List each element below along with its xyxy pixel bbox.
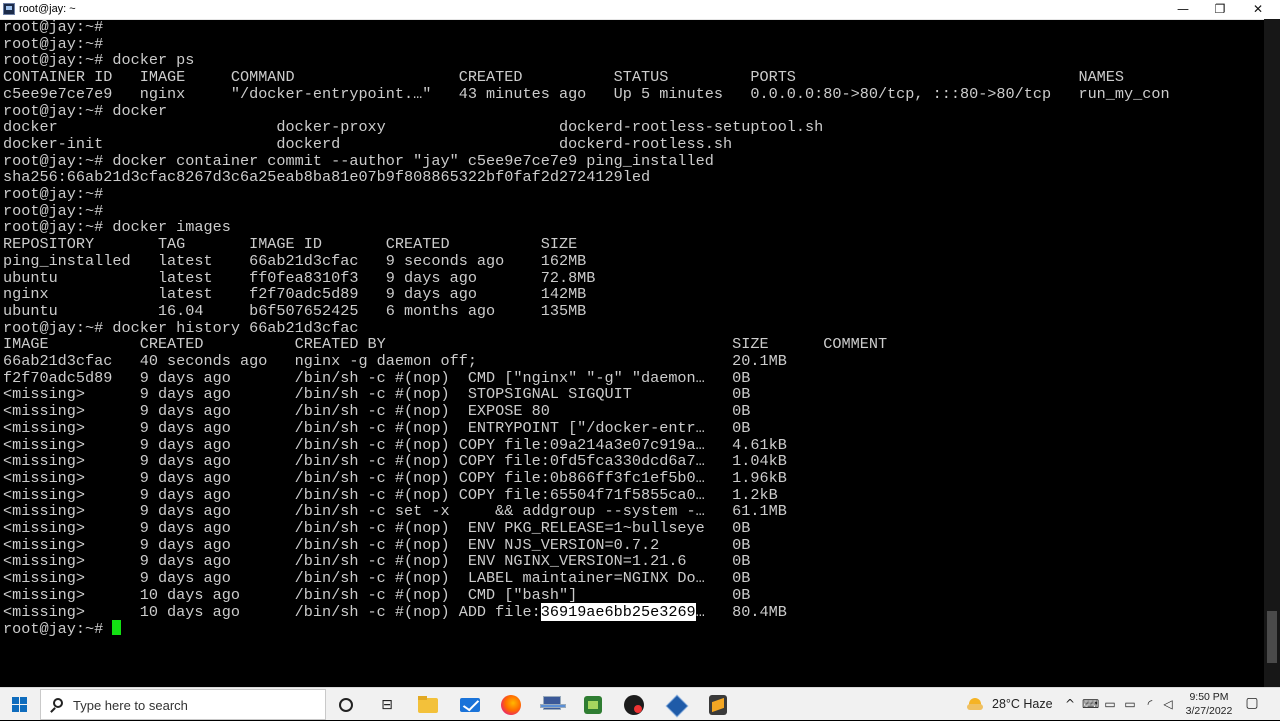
photos-app-icon[interactable] [580,692,606,718]
terminal-line: <missing> 9 days ago /bin/sh -c #(nop) C… [3,435,787,454]
terminal-line: root@jay:~# [3,185,104,203]
terminal-text: <missing> 10 days ago /bin/sh -c #(nop) … [3,602,541,621]
terminal-line: ping_installed latest 66ab21d3cfac 9 sec… [3,251,587,270]
show-hidden-icons-chevron-icon[interactable]: ^ [1062,695,1078,713]
weather-haze-icon[interactable] [967,696,983,712]
notification-center-icon[interactable]: ▢ [1244,695,1260,711]
terminal-line: <missing> 9 days ago /bin/sh -c set -x &… [3,502,787,521]
terminal-line: <missing> 10 days ago /bin/sh -c #(nop) … [3,585,751,604]
window-title: root@jay: ~ [19,3,76,15]
window-titlebar: root@jay: ~ — ❐ ✕ [0,0,1280,20]
terminal-line: <missing> 9 days ago /bin/sh -c #(nop) E… [3,552,751,571]
system-clock[interactable]: 9:50 PM 3/27/2022 [1178,690,1240,718]
terminal-line: root@jay:~# [3,19,104,36]
terminal-line: root@jay:~# docker [3,101,168,120]
terminal-line: c5ee9e7ce7e9 nginx "/docker-entrypoint.…… [3,84,1170,103]
terminal-line: <missing> 9 days ago /bin/sh -c #(nop) C… [3,485,778,504]
terminal-line: <missing> 9 days ago /bin/sh -c #(nop) E… [3,402,751,421]
terminal-line: <missing> 9 days ago /bin/sh -c #(nop) E… [3,519,751,537]
taskbar-search-box[interactable]: Type here to search [40,689,326,720]
terminal-line: <missing> 9 days ago /bin/sh -c #(nop) E… [3,418,751,437]
battery-icon[interactable]: ▭ [1122,695,1138,713]
terminal-line: ubuntu latest ff0fea8310f3 9 days ago 72… [3,268,596,287]
virtualbox-icon[interactable] [663,692,689,718]
volume-icon[interactable]: ◁ [1160,695,1176,713]
sublime-text-icon[interactable] [705,692,731,718]
terminal-line: root@jay:~# docker history 66ab21d3cfac [3,318,359,337]
terminal-line: <missing> 9 days ago /bin/sh -c #(nop) S… [3,385,751,404]
task-view-icon[interactable]: ⊟ [374,692,400,718]
terminal-line: root@jay:~# docker container commit --au… [3,151,714,170]
terminal-text: … 80.4MB [695,602,787,621]
minimize-button[interactable]: — [1164,0,1202,19]
terminal-line: <missing> 10 days ago /bin/sh -c #(nop) … [3,602,787,621]
putty-icon[interactable] [539,692,566,718]
terminal-line: root@jay:~# [3,201,104,220]
terminal-line: <missing> 9 days ago /bin/sh -c #(nop) C… [3,452,787,471]
terminal-line: <missing> 9 days ago /bin/sh -c #(nop) C… [3,468,787,487]
terminal-line: REPOSITORY TAG IMAGE ID CREATED SIZE [3,235,578,254]
mail-icon[interactable] [457,692,483,718]
terminal-line: ubuntu 16.04 b6f507652425 6 months ago 1… [3,301,587,320]
terminal-prompt-line[interactable]: root@jay:~# [3,620,122,639]
terminal-cursor [112,620,122,636]
terminal-line: root@jay:~# docker images [3,218,231,237]
terminal-line: root@jay:~# [3,34,104,53]
terminal-line: docker-init dockerd dockerd-rootless.sh [3,134,733,153]
terminal-line: <missing> 9 days ago /bin/sh -c #(nop) L… [3,569,751,588]
scrollbar-thumb[interactable] [1267,611,1277,663]
terminal-line: f2f70adc5d89 9 days ago /bin/sh -c #(nop… [3,368,751,387]
terminal-line: IMAGE CREATED CREATED BY SIZE COMMENT [3,335,888,354]
clock-time: 9:50 PM [1189,691,1229,703]
cortana-icon[interactable] [333,692,359,718]
terminal-line: CONTAINER ID IMAGE COMMAND CREATED STATU… [3,68,1125,87]
terminal-app-icon [3,3,15,15]
terminal-line: sha256:66ab21d3cfac8267d3c6a25eab8ba81e0… [3,168,651,187]
firefox-icon[interactable] [498,692,524,718]
terminal-line: root@jay:~# docker ps [3,51,195,70]
clock-date: 3/27/2022 [1185,705,1233,717]
start-button[interactable] [0,688,40,721]
weather-text[interactable]: 28°C Haze [992,697,1053,711]
taskbar: Type here to search ⊟ 28°C Haze ^ ⌨ ▭ ▭ … [0,687,1280,720]
terminal-line: 66ab21d3cfac 40 seconds ago nginx -g dae… [3,352,787,370]
search-placeholder: Type here to search [73,698,188,713]
wifi-icon[interactable]: ◜ [1142,695,1158,713]
terminal-line: <missing> 9 days ago /bin/sh -c #(nop) E… [3,535,751,554]
usb-device-icon[interactable]: ▭ [1102,695,1118,713]
terminal-scrollbar[interactable] [1264,19,1280,687]
selected-text[interactable]: 36919ae6bb25e3269 [540,602,696,621]
file-explorer-icon[interactable] [415,692,441,718]
terminal-output[interactable]: root@jay:~# root@jay:~# root@jay:~# docker… [0,19,1264,687]
maximize-button[interactable]: ❐ [1201,0,1239,19]
obs-studio-icon[interactable] [621,692,647,718]
search-icon [53,698,63,708]
input-indicator-icon[interactable]: ⌨ [1082,695,1099,713]
terminal-line: nginx latest f2f70adc5d89 9 days ago 142… [3,285,587,304]
shell-prompt: root@jay:~# [3,620,113,639]
terminal-line: docker docker-proxy dockerd-rootless-set… [3,118,824,137]
windows-logo-icon [12,697,27,712]
close-button[interactable]: ✕ [1239,0,1277,19]
